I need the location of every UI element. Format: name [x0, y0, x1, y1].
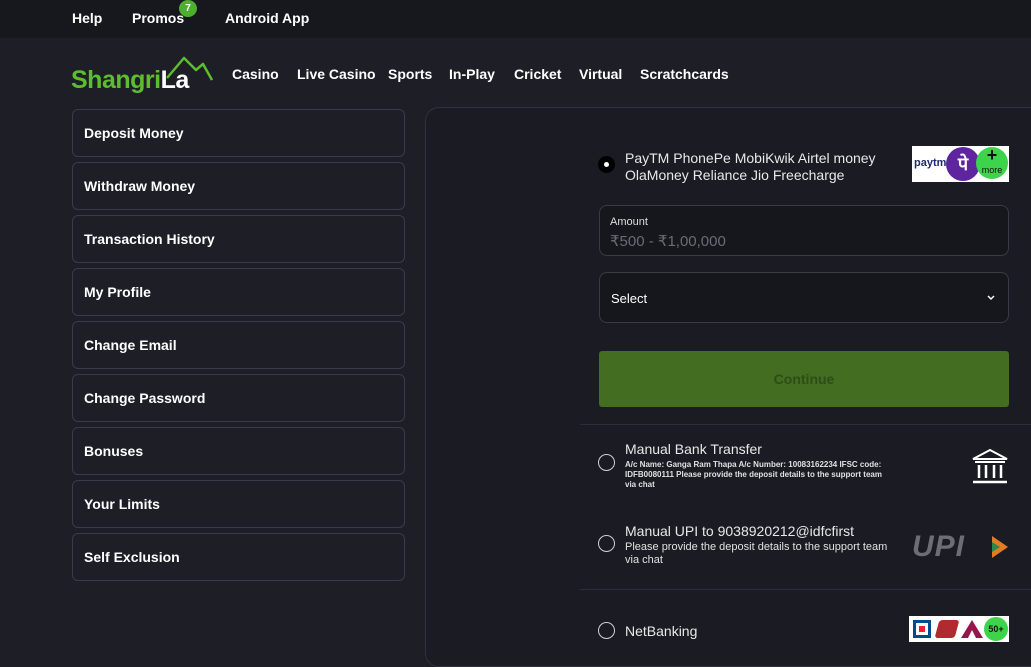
netbanking-more-badge: 50+: [984, 617, 1008, 641]
sidebar-item-my-profile[interactable]: My Profile: [72, 268, 405, 316]
sidebar-item-label: Change Password: [84, 390, 206, 406]
nav-in-play[interactable]: In-Play: [449, 66, 495, 82]
sidebar-item-label: Change Email: [84, 337, 177, 353]
bank-details-line2: IDFB0080111 Please provide the deposit d…: [625, 470, 882, 479]
chevron-down-icon: [987, 295, 995, 301]
bank-details-line1: A/c Name: Ganga Ram Thapa A/c Number: 10…: [625, 460, 882, 469]
amount-input[interactable]: [610, 233, 990, 250]
sidebar-item-label: Bonuses: [84, 443, 144, 459]
sidebar-item-change-password[interactable]: Change Password: [72, 374, 405, 422]
sidebar-item-withdraw-money[interactable]: Withdraw Money: [72, 162, 405, 210]
nav-cricket[interactable]: Cricket: [514, 66, 561, 82]
more-wallets-badge: + more: [976, 146, 1008, 179]
wallets-logo: paytm पे + more: [912, 146, 1009, 182]
upi-logo-text: UPI: [912, 530, 966, 563]
phonepe-logo: पे: [946, 147, 980, 181]
netbanking-radio[interactable]: [598, 622, 615, 639]
nav-casino[interactable]: Casino: [232, 66, 279, 82]
upi-note-line1: Please provide the deposit details to th…: [625, 541, 888, 553]
bank-transfer-radio[interactable]: [598, 454, 615, 471]
nav-virtual[interactable]: Virtual: [579, 66, 622, 82]
more-text: more: [981, 165, 1003, 175]
sidebar-item-label: My Profile: [84, 284, 151, 300]
sidebar-item-your-limits[interactable]: Your Limits: [72, 480, 405, 528]
hdfc-logo-icon: [913, 620, 931, 638]
upi-title: Manual UPI to 9038920212@idfcfirst: [625, 523, 855, 539]
promos-link[interactable]: Promos: [132, 10, 184, 26]
icici-logo-icon: [934, 620, 960, 638]
nav-live-casino[interactable]: Live Casino: [297, 66, 376, 82]
sidebar-item-change-email[interactable]: Change Email: [72, 321, 405, 369]
wallets-line2: OlaMoney Reliance Jio Freecharge: [625, 167, 845, 183]
method-select[interactable]: Select: [599, 272, 1009, 323]
sidebar-item-label: Self Exclusion: [84, 549, 180, 565]
sidebar-item-deposit-money[interactable]: Deposit Money: [72, 109, 405, 157]
logo-text-part1: Shangri: [71, 66, 161, 94]
sidebar-item-label: Deposit Money: [84, 125, 184, 141]
logo-text-part2: La: [160, 66, 190, 94]
nav-sports[interactable]: Sports: [388, 66, 432, 82]
android-app-link[interactable]: Android App: [225, 10, 309, 26]
sidebar-item-label: Transaction History: [84, 231, 215, 247]
upi-radio[interactable]: [598, 535, 615, 552]
upi-note-line2: via chat: [625, 554, 663, 566]
axis-logo-icon: [961, 620, 983, 638]
bank-transfer-title: Manual Bank Transfer: [625, 441, 762, 457]
sidebar-item-bonuses[interactable]: Bonuses: [72, 427, 405, 475]
bank-details-line3: via chat: [625, 480, 655, 489]
shangrila-logo[interactable]: ShangriLa: [71, 56, 213, 98]
help-link[interactable]: Help: [72, 10, 102, 26]
nav-scratchcards[interactable]: Scratchcards: [640, 66, 729, 82]
upi-logo: UPI: [912, 530, 1012, 564]
wallets-radio[interactable]: [598, 156, 615, 173]
amount-field[interactable]: Amount: [599, 205, 1009, 256]
paytm-logo-text: paytm: [914, 157, 947, 169]
wallets-line1: PayTM PhonePe MobiKwik Airtel money: [625, 150, 876, 166]
sidebar-item-label: Withdraw Money: [84, 178, 196, 194]
bank-icon: [972, 448, 1008, 484]
netbanking-title: NetBanking: [625, 623, 698, 639]
netbanking-logos: 50+: [909, 616, 1009, 642]
sidebar-item-label: Your Limits: [84, 496, 160, 512]
continue-button[interactable]: Continue: [599, 351, 1009, 407]
promos-count-badge: 7: [179, 0, 197, 17]
upi-arrow-icon: [992, 536, 1008, 558]
sidebar-item-self-exclusion[interactable]: Self Exclusion: [72, 533, 405, 581]
more-plus-icon: +: [986, 146, 998, 165]
divider: [580, 589, 1031, 590]
select-value: Select: [611, 291, 648, 306]
amount-label: Amount: [610, 216, 648, 228]
sidebar-item-transaction-history[interactable]: Transaction History: [72, 215, 405, 263]
divider: [580, 424, 1031, 425]
